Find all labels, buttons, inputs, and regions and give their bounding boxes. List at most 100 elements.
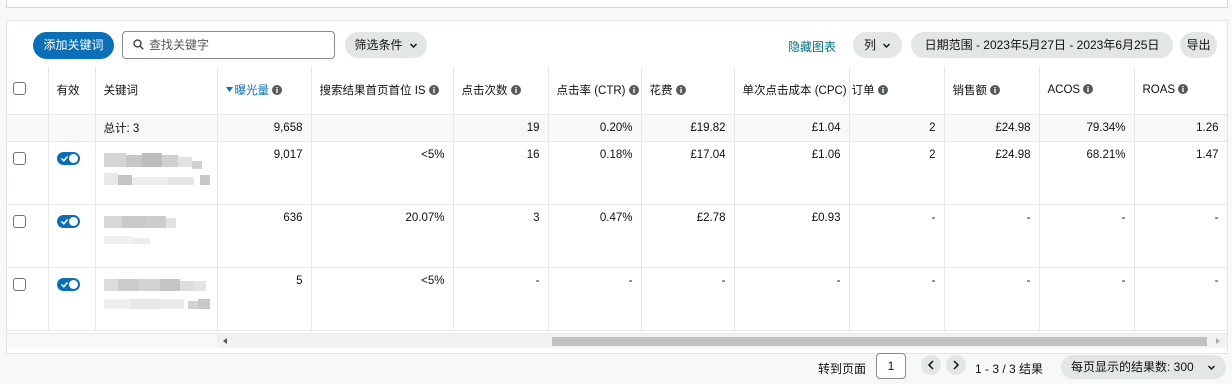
active-toggle[interactable] [56, 151, 80, 165]
roas-cell: - [1134, 204, 1227, 268]
ctr-cell: 0.18% [548, 141, 642, 205]
row-checkbox[interactable] [13, 151, 26, 165]
active-toggle[interactable] [56, 277, 80, 291]
prev-page-button[interactable] [921, 355, 941, 375]
impressions-cell: 9,017 [217, 141, 312, 205]
top-of-search-cell: <5% [311, 267, 454, 331]
total-spend: £19.82 [641, 114, 735, 142]
col-active[interactable]: 有效 [48, 67, 96, 115]
cpc-cell: £0.93 [734, 204, 850, 268]
chevron-down-icon [409, 43, 417, 48]
columns-button[interactable]: 列 [853, 32, 902, 58]
spend-cell: - [641, 267, 735, 331]
col-acos[interactable]: ACOS [1039, 67, 1135, 115]
total-roas: 1.26 [1134, 114, 1227, 142]
acos-cell: - [1039, 204, 1135, 268]
total-label: 总计: 3 [95, 114, 218, 142]
export-button[interactable]: 导出 [1180, 32, 1217, 58]
col-impressions[interactable]: 曝光量 [217, 67, 312, 115]
search-field[interactable] [122, 31, 335, 59]
col-cpc[interactable]: 单次点击成本 (CPC) [734, 67, 850, 115]
keyword-cell-redacted [95, 204, 218, 268]
toggle-knob [68, 279, 78, 289]
page-number-input[interactable]: 1 [876, 353, 906, 379]
scrollbar-thumb[interactable] [552, 337, 1207, 346]
impressions-cell: 636 [217, 204, 312, 268]
sales-cell: - [944, 267, 1040, 331]
table-row: 9,017 <5% 16 0.18% £17.04 £1.06 2 £24.98… [7, 141, 1227, 205]
col-sales-label: 销售额 [952, 85, 988, 98]
col-top-of-search-label: 搜索结果首页首位 IS [319, 85, 426, 98]
total-top-of-search [311, 114, 454, 142]
date-range-button[interactable]: 日期范围 - 2023年5月27日 - 2023年6月25日 [911, 32, 1173, 58]
info-icon [990, 85, 1000, 96]
check-icon [60, 218, 68, 225]
col-acos-label: ACOS [1047, 84, 1081, 97]
col-ctr[interactable]: 点击率 (CTR) [548, 67, 642, 115]
info-icon [1083, 84, 1094, 95]
col-spend[interactable]: 花费 [641, 67, 735, 115]
table-row: 636 20.07% 3 0.47% £2.78 £0.93 - - - - [7, 204, 1227, 268]
select-all-checkbox[interactable] [13, 82, 26, 96]
check-icon [60, 281, 68, 288]
total-cb-cell [7, 114, 49, 142]
filter-label: 筛选条件 [354, 38, 403, 52]
horizontal-scrollbar[interactable] [7, 333, 1227, 348]
next-page-button[interactable] [946, 355, 966, 375]
chevron-down-icon [1208, 365, 1215, 370]
impressions-cell: 5 [217, 267, 312, 331]
row-cb-cell [7, 267, 49, 331]
table-row: 5 <5% - - - - - - - - [7, 267, 1227, 331]
total-ctr: 0.20% [548, 114, 642, 142]
per-page-select[interactable]: 每页显示的结果数: 300 [1061, 355, 1226, 379]
total-impressions: 9,658 [217, 114, 312, 142]
scroll-right-arrow-icon[interactable] [1216, 338, 1220, 344]
row-checkbox[interactable] [13, 277, 26, 291]
toggle-knob [68, 153, 78, 163]
col-orders-label: 订单 [851, 85, 875, 98]
add-keyword-button[interactable]: 添加关键词 [33, 32, 114, 59]
redacted-keyword-image [103, 278, 210, 309]
col-sales[interactable]: 销售额 [944, 67, 1040, 115]
info-icon [1178, 84, 1189, 95]
total-clicks: 19 [453, 114, 549, 142]
keyword-cell-redacted [95, 141, 218, 205]
acos-cell: - [1039, 267, 1135, 331]
table-header-row: 有效 关键词 曝光量 搜索结果首页首位 IS 点击次数 点击率 (CTR) 花费… [7, 67, 1227, 115]
select-all-cell [7, 67, 49, 115]
search-input[interactable] [149, 35, 329, 55]
info-icon [510, 85, 521, 96]
keyword-cell-redacted [95, 267, 218, 331]
col-orders[interactable]: 订单 [849, 67, 945, 115]
row-active-cell [48, 141, 96, 205]
info-icon [428, 85, 439, 96]
sales-cell: £24.98 [944, 141, 1040, 205]
info-icon [877, 85, 888, 96]
roas-cell: 1.47 [1134, 141, 1227, 205]
top-of-search-cell: <5% [311, 141, 454, 205]
spend-cell: £17.04 [641, 141, 735, 205]
row-checkbox[interactable] [13, 214, 26, 228]
chevron-right-icon [953, 360, 960, 370]
roas-cell: - [1134, 267, 1227, 331]
col-keyword[interactable]: 关键词 [95, 67, 218, 115]
active-toggle[interactable] [56, 214, 80, 228]
clicks-cell: 16 [453, 141, 549, 205]
columns-label: 列 [863, 38, 876, 52]
total-active-cell [48, 114, 96, 142]
acos-cell: 68.21% [1039, 141, 1135, 205]
ctr-cell: - [548, 267, 642, 331]
redacted-keyword-image [103, 215, 176, 244]
col-clicks-label: 点击次数 [461, 85, 508, 98]
col-spend-label: 花费 [649, 85, 673, 98]
col-roas[interactable]: ROAS [1134, 67, 1227, 115]
scroll-left-arrow-icon[interactable] [223, 338, 227, 344]
hide-chart-link[interactable]: 隐藏图表 [788, 38, 836, 55]
filter-button[interactable]: 筛选条件 [345, 32, 427, 58]
per-page-label: 每页显示的结果数: 300 [1071, 360, 1194, 374]
goto-page-label: 转到页面 [818, 362, 867, 376]
col-clicks[interactable]: 点击次数 [453, 67, 549, 115]
spend-cell: £2.78 [641, 204, 735, 268]
col-top-of-search-is[interactable]: 搜索结果首页首位 IS [311, 67, 454, 115]
row-active-cell [48, 267, 96, 331]
